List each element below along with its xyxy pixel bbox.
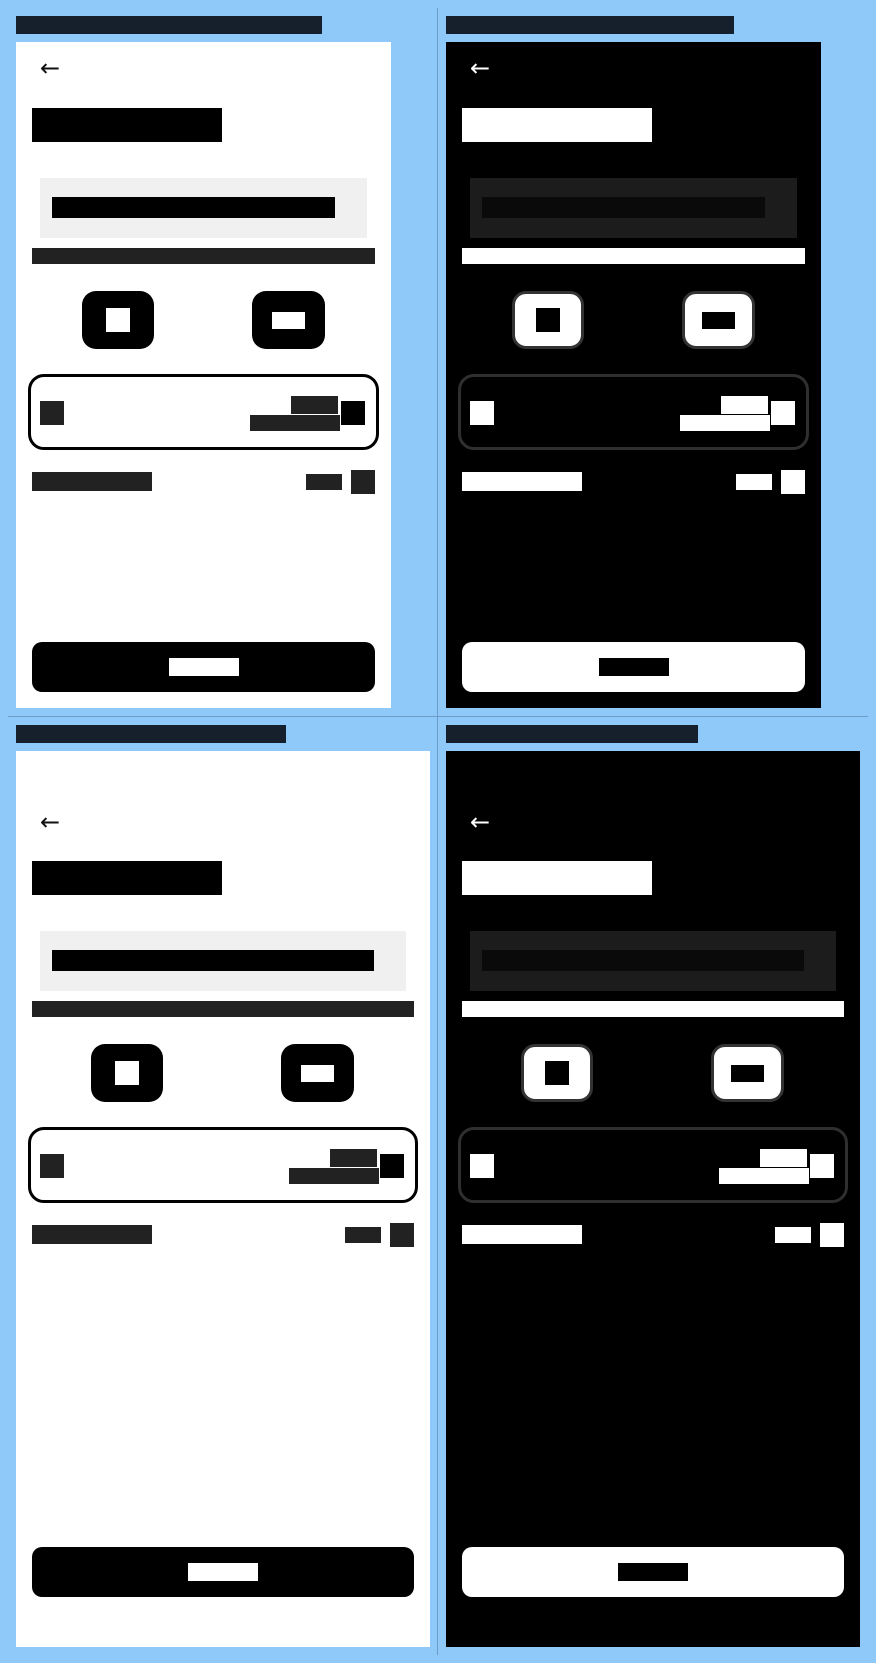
- option-wide-icon: [731, 1065, 764, 1082]
- selection-card[interactable]: [28, 1127, 418, 1203]
- option-square[interactable]: [521, 1044, 593, 1102]
- option-wide[interactable]: [252, 291, 325, 349]
- screen-phone-dark: ←: [446, 42, 821, 708]
- option-square-icon: [545, 1061, 569, 1085]
- page-title: [32, 861, 222, 895]
- primary-button-label: [618, 1563, 688, 1581]
- row-label: [32, 472, 152, 491]
- arrow-left-icon: ←: [469, 54, 491, 82]
- arrow-left-icon: ←: [39, 808, 61, 836]
- row-trailing-icon: [351, 470, 375, 494]
- search-field[interactable]: [40, 178, 367, 238]
- primary-button-label: [599, 658, 669, 676]
- card-value-top: [291, 396, 338, 414]
- row-label: [32, 1225, 152, 1244]
- primary-button[interactable]: [462, 1547, 844, 1597]
- screen-tablet-light: ←: [16, 751, 430, 1647]
- card-value-top: [330, 1149, 377, 1167]
- option-square[interactable]: [82, 291, 154, 349]
- row-trailing-icon: [820, 1223, 844, 1247]
- page-title: [32, 108, 222, 142]
- label-phone-light: [16, 16, 322, 34]
- row-value: [306, 474, 342, 490]
- selection-card[interactable]: [458, 1127, 848, 1203]
- row-value: [775, 1227, 811, 1243]
- row-value: [345, 1227, 381, 1243]
- search-field[interactable]: [470, 931, 836, 991]
- back-button[interactable]: ←: [36, 54, 64, 82]
- card-trailing-icon: [810, 1154, 834, 1178]
- horizontal-divider: [8, 716, 868, 717]
- option-wide[interactable]: [281, 1044, 354, 1102]
- row-trailing-icon: [781, 470, 805, 494]
- row-value: [736, 474, 772, 490]
- hint-text: [462, 248, 805, 264]
- selection-card[interactable]: [458, 374, 809, 450]
- search-placeholder: [482, 197, 765, 218]
- label-tablet-light: [16, 725, 286, 743]
- option-square[interactable]: [512, 291, 584, 349]
- card-leading-icon: [470, 1154, 494, 1178]
- card-trailing-icon: [341, 401, 365, 425]
- vertical-divider: [437, 8, 438, 1655]
- option-square-icon: [106, 308, 130, 332]
- card-value-bottom: [250, 415, 340, 431]
- card-leading-icon: [40, 1154, 64, 1178]
- search-field[interactable]: [40, 931, 406, 991]
- row-trailing-icon: [390, 1223, 414, 1247]
- option-wide[interactable]: [682, 291, 755, 349]
- back-button[interactable]: ←: [466, 808, 494, 836]
- option-square-icon: [536, 308, 560, 332]
- option-square[interactable]: [91, 1044, 163, 1102]
- selection-card[interactable]: [28, 374, 379, 450]
- card-trailing-icon: [771, 401, 795, 425]
- search-placeholder: [52, 950, 374, 971]
- card-value-top: [760, 1149, 807, 1167]
- option-wide-icon: [272, 312, 305, 329]
- page-title: [462, 861, 652, 895]
- hint-text: [462, 1001, 844, 1017]
- preview-canvas: ← ← ← ←: [0, 0, 876, 1663]
- card-leading-icon: [470, 401, 494, 425]
- back-button[interactable]: ←: [466, 54, 494, 82]
- search-placeholder: [482, 950, 804, 971]
- primary-button[interactable]: [462, 642, 805, 692]
- option-wide-icon: [301, 1065, 334, 1082]
- hint-text: [32, 248, 375, 264]
- card-value-bottom: [289, 1168, 379, 1184]
- search-field[interactable]: [470, 178, 797, 238]
- label-phone-dark: [446, 16, 734, 34]
- card-trailing-icon: [380, 1154, 404, 1178]
- screen-phone-light: ←: [16, 42, 391, 708]
- primary-button-label: [188, 1563, 258, 1581]
- card-value-bottom: [719, 1168, 809, 1184]
- option-square-icon: [115, 1061, 139, 1085]
- search-placeholder: [52, 197, 335, 218]
- option-wide-icon: [702, 312, 735, 329]
- card-value-top: [721, 396, 768, 414]
- option-wide[interactable]: [711, 1044, 784, 1102]
- label-tablet-dark: [446, 725, 698, 743]
- primary-button[interactable]: [32, 642, 375, 692]
- card-value-bottom: [680, 415, 770, 431]
- arrow-left-icon: ←: [39, 54, 61, 82]
- row-label: [462, 1225, 582, 1244]
- row-label: [462, 472, 582, 491]
- primary-button[interactable]: [32, 1547, 414, 1597]
- card-leading-icon: [40, 401, 64, 425]
- primary-button-label: [169, 658, 239, 676]
- back-button[interactable]: ←: [36, 808, 64, 836]
- screen-tablet-dark: ←: [446, 751, 860, 1647]
- arrow-left-icon: ←: [469, 808, 491, 836]
- hint-text: [32, 1001, 414, 1017]
- page-title: [462, 108, 652, 142]
